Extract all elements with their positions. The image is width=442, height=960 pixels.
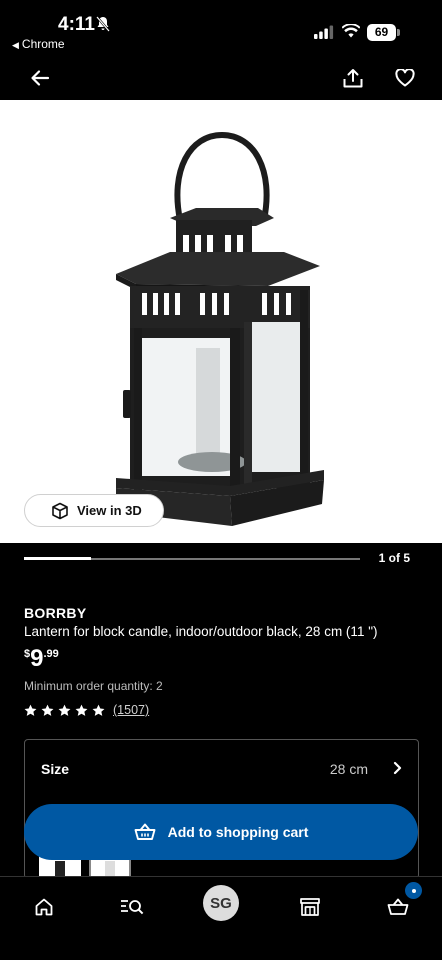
view-in-3d-button[interactable]: View in 3D: [24, 494, 164, 527]
favorite-button[interactable]: [389, 62, 421, 94]
product-description: Lantern for block candle, indoor/outdoor…: [24, 624, 378, 639]
battery-level: 69: [367, 24, 396, 41]
nav-home[interactable]: [26, 889, 62, 925]
battery-tip: [397, 29, 400, 36]
arrow-left-icon: [31, 70, 50, 86]
star-icon: [24, 704, 37, 716]
product-image: [116, 131, 324, 526]
add-to-cart-button[interactable]: Add to shopping cart: [24, 804, 418, 860]
cart-icon: [387, 898, 409, 915]
product-price: $ 9 .99: [24, 645, 59, 673]
bell-muted-icon: [96, 16, 110, 32]
nav-search[interactable]: [114, 889, 150, 925]
product-image-gallery[interactable]: View in 3D: [0, 100, 442, 543]
minimum-order-quantity: Minimum order quantity: 2: [24, 679, 163, 693]
size-label: Size: [41, 761, 70, 777]
basket-icon: [134, 823, 156, 840]
star-icon: [92, 704, 105, 716]
price-integer: 9: [30, 645, 44, 672]
status-bar: 4:11 ◀ Chrome 69: [0, 0, 442, 56]
battery-indicator: 69: [367, 24, 400, 41]
rating-stars: [24, 704, 105, 717]
price-decimal: .99: [43, 648, 59, 660]
wifi-icon: [342, 24, 360, 38]
size-value: 28 cm: [329, 761, 368, 777]
cart-badge-dot: [411, 888, 416, 893]
star-icon: [58, 704, 71, 716]
cellular-signal-icon: [314, 25, 334, 39]
share-button[interactable]: [337, 62, 369, 94]
back-triangle-icon: ◀: [12, 40, 19, 50]
avatar[interactable]: SG: [203, 885, 239, 921]
cube-3d-icon: [52, 502, 68, 519]
review-count-link[interactable]: (1507): [113, 703, 149, 717]
gallery-progress-fill: [24, 557, 92, 560]
gallery-counter: 1 of 5: [378, 551, 410, 565]
back-app-label: Chrome: [21, 37, 65, 51]
share-icon: [343, 69, 363, 88]
product-name: BORRBY: [24, 605, 87, 621]
back-to-app-link[interactable]: ◀ Chrome: [12, 37, 65, 51]
chevron-right-icon: [393, 761, 402, 775]
store-icon: [300, 898, 320, 916]
product-rating[interactable]: (1507): [24, 703, 149, 717]
cart-badge: [405, 882, 422, 899]
heart-icon: [395, 69, 415, 87]
view-in-3d-label: View in 3D: [77, 503, 142, 518]
app-header: [0, 56, 442, 100]
back-button[interactable]: [24, 62, 56, 94]
nav-stores[interactable]: [292, 889, 328, 925]
bottom-nav: SG: [0, 876, 442, 960]
search-list-icon: [121, 900, 144, 915]
add-to-cart-label: Add to shopping cart: [167, 824, 309, 840]
star-icon: [75, 704, 88, 716]
star-icon: [41, 704, 54, 716]
home-icon: [35, 898, 53, 916]
status-time: 4:11: [58, 14, 95, 35]
